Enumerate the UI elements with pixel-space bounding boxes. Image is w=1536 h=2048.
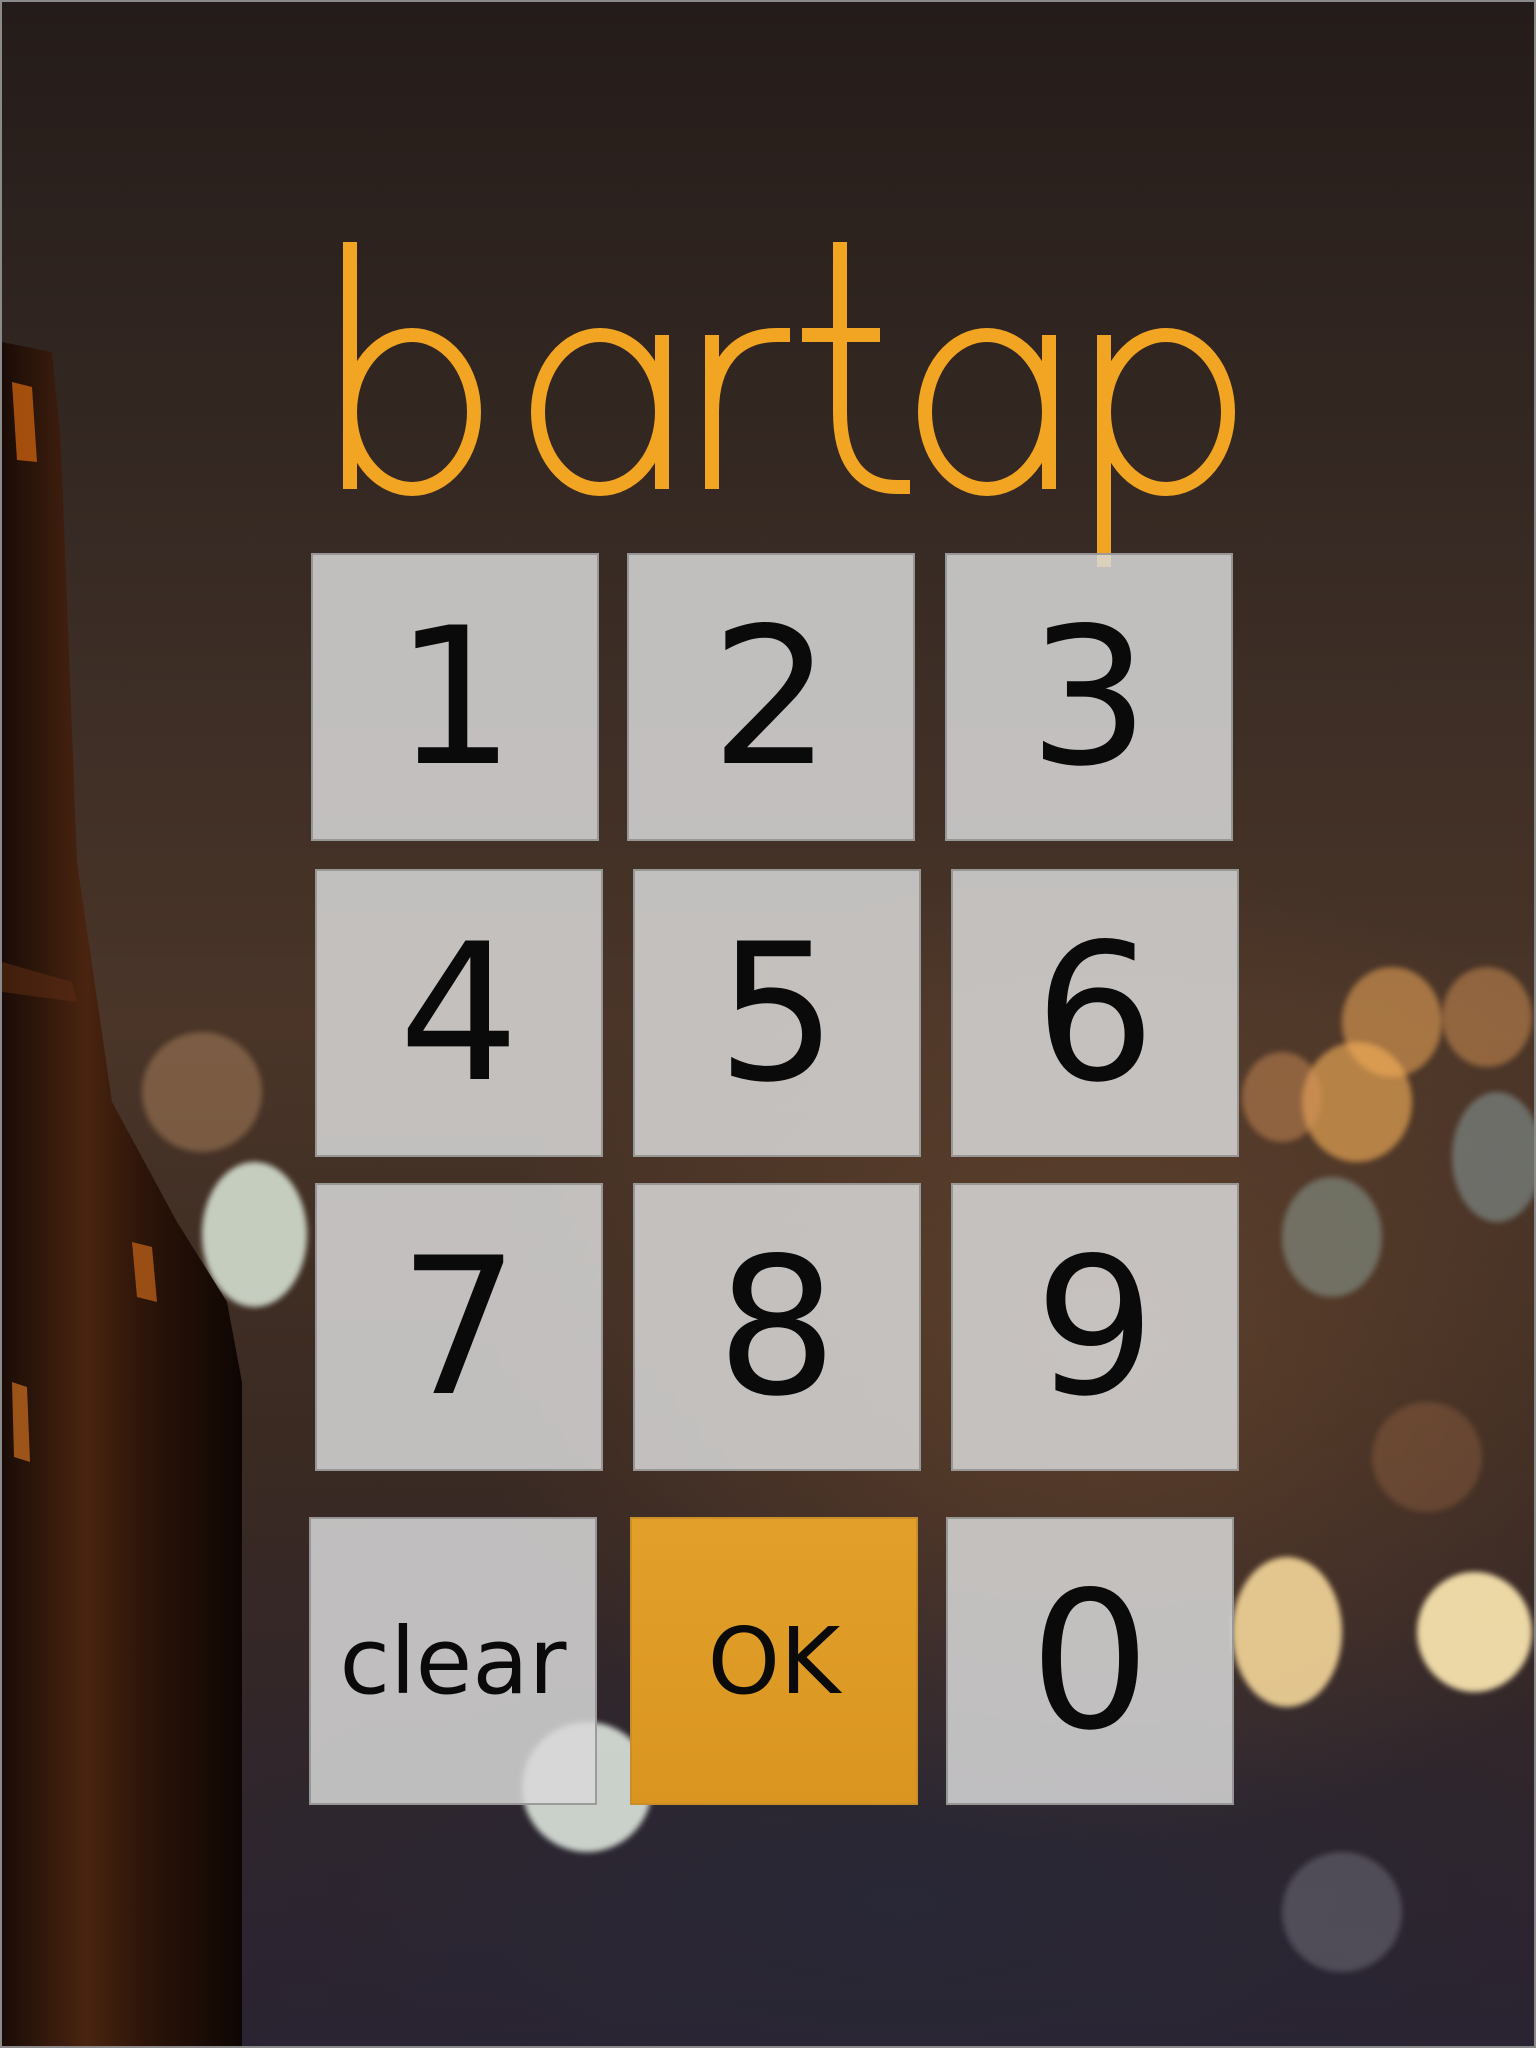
beer-bottle-image bbox=[2, 342, 242, 2046]
app-screen: bartap 1 2 3 4 5 6 7 8 9 clear OK 0 bbox=[0, 0, 1536, 2048]
key-4[interactable]: 4 bbox=[315, 869, 603, 1157]
key-8[interactable]: 8 bbox=[633, 1183, 921, 1471]
key-9[interactable]: 9 bbox=[951, 1183, 1239, 1471]
logo-wordmark bbox=[343, 242, 1235, 567]
bartap-logo: bartap bbox=[332, 237, 1262, 567]
key-7[interactable]: 7 bbox=[315, 1183, 603, 1471]
key-2[interactable]: 2 bbox=[627, 553, 915, 841]
ok-button[interactable]: OK bbox=[630, 1517, 918, 1805]
key-1[interactable]: 1 bbox=[311, 553, 599, 841]
key-3[interactable]: 3 bbox=[945, 553, 1233, 841]
key-0[interactable]: 0 bbox=[946, 1517, 1234, 1805]
key-5[interactable]: 5 bbox=[633, 869, 921, 1157]
clear-button[interactable]: clear bbox=[309, 1517, 597, 1805]
key-6[interactable]: 6 bbox=[951, 869, 1239, 1157]
